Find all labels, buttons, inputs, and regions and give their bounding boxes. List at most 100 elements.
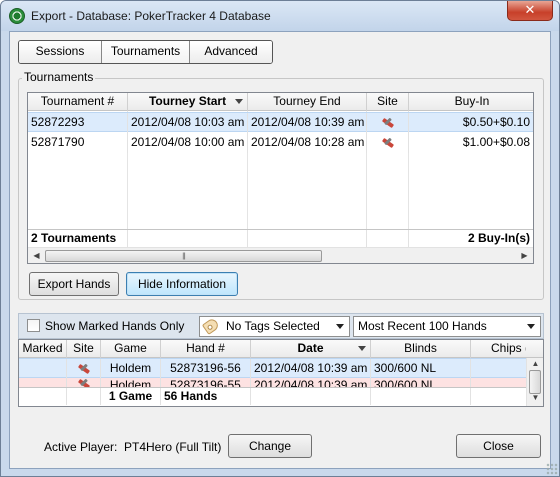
- buy-in-cell: $0.50+$0.10: [462, 115, 530, 129]
- show-marked-hands-checkbox[interactable]: [27, 319, 40, 332]
- export-window: Export - Database: PokerTracker 4 Databa…: [0, 0, 560, 477]
- hands-range-dropdown[interactable]: Most Recent 100 Hands: [353, 316, 541, 337]
- tournament-number-cell: 52872293: [28, 113, 128, 133]
- column-header-buy-in[interactable]: Buy-In: [409, 93, 533, 111]
- show-marked-hands-label[interactable]: Show Marked Hands Only: [45, 319, 184, 333]
- column-header-tourney-end[interactable]: Tourney End: [248, 93, 367, 111]
- tab-sessions[interactable]: Sessions: [19, 41, 102, 63]
- hands-filter-bar: Show Marked Hands Only No Tags Selected …: [18, 313, 544, 339]
- tag-icon: [201, 317, 221, 335]
- tournaments-group-label: Tournaments: [22, 70, 96, 84]
- column-header-date[interactable]: Date: [251, 340, 371, 358]
- tourney-end-cell: 2012/04/08 10:28 am: [248, 133, 367, 153]
- column-header-site[interactable]: Site: [67, 340, 101, 358]
- scrollbar-thumb[interactable]: |||: [45, 250, 322, 262]
- tab-advanced[interactable]: Advanced: [190, 41, 272, 63]
- column-header-marked[interactable]: Marked: [19, 340, 67, 358]
- footer-empty-cell: [371, 388, 471, 405]
- hands-vertical-scrollbar[interactable]: ▲ ▼: [526, 358, 543, 406]
- tournaments-grid: Tournament # Tourney Start Tourney End S…: [27, 92, 534, 264]
- tournaments-grid-header: Tournament # Tourney Start Tourney End S…: [28, 93, 533, 111]
- chevron-down-icon: [527, 324, 535, 329]
- close-button[interactable]: Close: [456, 434, 541, 458]
- full-tilt-icon: [77, 378, 91, 387]
- pokertracker-app-icon: [9, 8, 25, 24]
- change-player-button[interactable]: Change: [228, 434, 312, 458]
- column-header-tourney-start[interactable]: Tourney Start: [128, 93, 248, 111]
- tags-filter-dropdown[interactable]: No Tags Selected: [199, 316, 350, 337]
- column-header-blinds[interactable]: Blinds: [371, 340, 471, 358]
- game-cell: Holdem: [101, 378, 161, 387]
- tourney-start-cell: 2012/04/08 10:00 am: [128, 133, 248, 153]
- column-header-hand-number[interactable]: Hand #: [161, 340, 251, 358]
- tournaments-grid-footer: 2 Tournaments 2 Buy-In(s): [28, 229, 533, 247]
- hand-row[interactable]: Holdem 52873196-55 2012/04/08 10:39 am 3…: [19, 378, 526, 387]
- site-cell: [67, 359, 101, 379]
- hide-information-button[interactable]: Hide Information: [126, 272, 238, 296]
- title-bar[interactable]: Export - Database: PokerTracker 4 Databa…: [1, 1, 559, 31]
- scroll-down-icon[interactable]: ▼: [527, 392, 543, 404]
- sort-descending-icon: [358, 346, 366, 351]
- scroll-up-icon[interactable]: ▲: [527, 358, 543, 370]
- game-cell: Holdem: [101, 359, 161, 379]
- hand-count-total: 56 Hands: [161, 388, 251, 405]
- window-close-button[interactable]: ✕: [507, 1, 553, 21]
- resize-grip-icon[interactable]: [546, 463, 558, 475]
- tournament-row[interactable]: 52872293 2012/04/08 10:03 am 2012/04/08 …: [28, 112, 533, 133]
- client-area: Sessions Tournaments Advanced Tournament…: [9, 31, 551, 469]
- buy-in-cell: $1.00+$0.08: [462, 135, 530, 149]
- chips-cell: [471, 378, 526, 387]
- sort-descending-icon: [235, 99, 243, 104]
- tournament-row[interactable]: 52871790 2012/04/08 10:00 am 2012/04/08 …: [28, 133, 533, 153]
- hands-grid-header: Marked Site Game Hand # Date Blinds Chip…: [19, 340, 543, 358]
- hands-grid-footer: 1 Game 56 Hands: [19, 387, 526, 405]
- footer-empty-cell: [248, 230, 367, 247]
- tournament-count-total: 2 Tournaments: [28, 230, 128, 247]
- marked-cell[interactable]: [19, 359, 67, 379]
- date-cell: 2012/04/08 10:39 am: [251, 378, 371, 387]
- column-header-date-label: Date: [297, 341, 324, 355]
- buy-in-count-total: 2 Buy-In(s): [467, 231, 530, 245]
- date-cell: 2012/04/08 10:39 am: [251, 359, 371, 379]
- blinds-cell: 300/600 NL: [371, 378, 471, 387]
- window-title: Export - Database: PokerTracker 4 Databa…: [31, 9, 271, 23]
- footer-empty-cell: [251, 388, 371, 405]
- column-header-tournament-number[interactable]: Tournament #: [28, 93, 128, 111]
- hand-row[interactable]: Holdem 52873196-56 2012/04/08 10:39 am 3…: [19, 358, 526, 379]
- tournament-number-cell: 52871790: [28, 133, 128, 153]
- full-tilt-icon: [77, 362, 91, 376]
- footer-empty-cell: [471, 388, 526, 405]
- footer-empty-cell: [67, 388, 101, 405]
- tourney-start-cell: 2012/04/08 10:03 am: [128, 113, 248, 133]
- footer-empty-cell: [19, 388, 67, 405]
- tags-filter-value: No Tags Selected: [226, 319, 320, 333]
- footer-empty-cell: [367, 230, 409, 247]
- chevron-down-icon: [336, 324, 344, 329]
- tab-tournaments[interactable]: Tournaments: [102, 41, 190, 63]
- full-tilt-icon: [381, 136, 395, 150]
- hand-number-cell: 52873196-56: [161, 359, 251, 379]
- column-header-chips[interactable]: Chips (B: [471, 340, 526, 358]
- scroll-right-icon[interactable]: ▶: [516, 248, 533, 263]
- column-header-game[interactable]: Game: [101, 340, 161, 358]
- hands-grid: Marked Site Game Hand # Date Blinds Chip…: [18, 339, 544, 407]
- scrollbar-thumb[interactable]: [529, 370, 541, 394]
- active-player-label: Active Player:: [44, 440, 118, 454]
- game-count-total: 1 Game: [101, 388, 161, 405]
- full-tilt-icon: [381, 116, 395, 130]
- hand-number-cell: 52873196-55: [161, 378, 251, 387]
- column-header-tourney-start-label: Tourney Start: [148, 94, 227, 108]
- chips-cell: [471, 359, 526, 379]
- export-hands-button[interactable]: Export Hands: [29, 272, 119, 296]
- hands-range-value: Most Recent 100 Hands: [358, 319, 487, 333]
- tournaments-horizontal-scrollbar[interactable]: ◀ ||| ▶: [28, 247, 533, 263]
- site-cell: [367, 133, 409, 153]
- blinds-cell: 300/600 NL: [371, 359, 471, 379]
- scroll-left-icon[interactable]: ◀: [28, 248, 45, 263]
- active-player-value: PT4Hero (Full Tilt): [124, 440, 222, 454]
- footer-empty-cell: [128, 230, 248, 247]
- site-cell: [367, 113, 409, 133]
- column-header-site[interactable]: Site: [367, 93, 409, 111]
- view-tabs: Sessions Tournaments Advanced: [18, 40, 273, 64]
- marked-cell[interactable]: [19, 378, 67, 387]
